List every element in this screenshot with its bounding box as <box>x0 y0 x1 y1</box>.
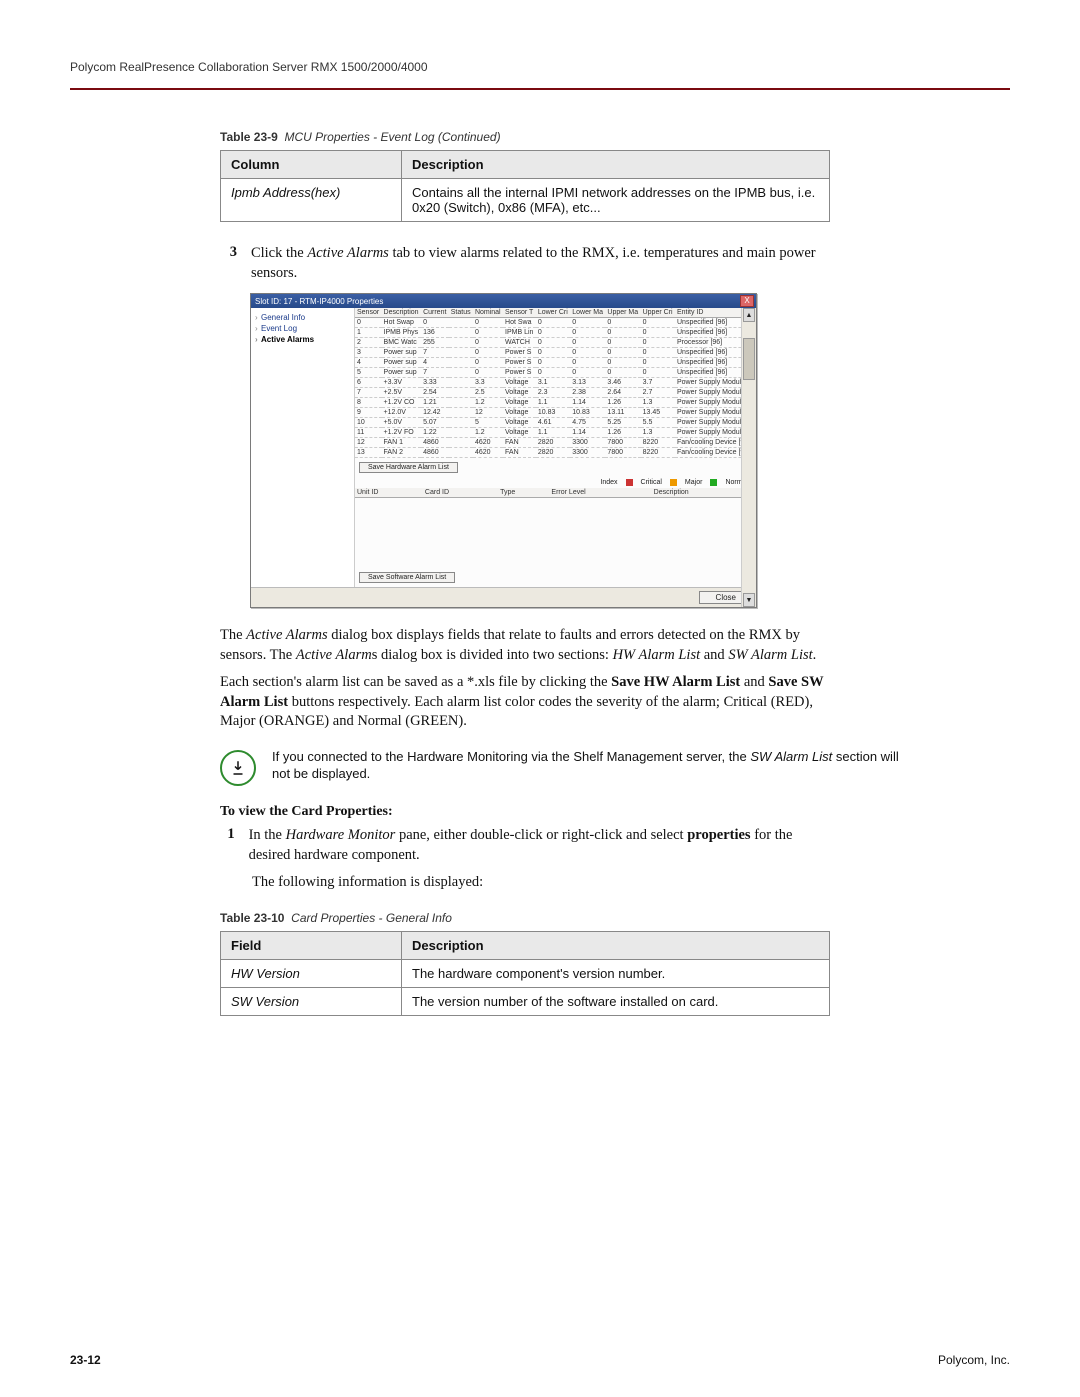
card-properties-heading: To view the Card Properties: <box>220 804 830 820</box>
alarm-row: 1IPMB Phys1360IPMB Lin0000Unspecified [9… <box>355 328 756 338</box>
table-23-9: Column Description Ipmb Address(hex) Con… <box>220 150 830 222</box>
col-header-column: Column <box>221 151 402 179</box>
alarm-col-header: Sensor <box>355 308 382 318</box>
col-header-description: Description <box>402 931 830 959</box>
page-footer: 23-12 Polycom, Inc. <box>70 1353 1010 1367</box>
cell-description: The version number of the software insta… <box>402 987 830 1015</box>
save-hw-alarm-list-button[interactable]: Save Hardware Alarm List <box>359 462 458 473</box>
scroll-up-icon[interactable]: ▲ <box>743 308 755 322</box>
alarm-row: 8+1.2V CO1.211.2Voltage1.11.141.261.3Pow… <box>355 398 756 408</box>
alarm-row: 4Power sup40Power S0000Unspecified [96] <box>355 358 756 368</box>
sw-col-header: Unit ID <box>355 488 423 498</box>
caption-number: Table 23-10 <box>220 911 284 925</box>
cell-column: Ipmb Address(hex) <box>221 179 402 222</box>
alarm-col-header: Current <box>421 308 449 318</box>
col-header-field: Field <box>221 931 402 959</box>
sw-col-header: Card ID <box>423 488 498 498</box>
dialog-title: Slot ID: 17 - RTM-IP4000 Properties <box>255 297 383 306</box>
alarm-col-header: Nominal <box>473 308 503 318</box>
alarm-col-header: Sensor T <box>503 308 536 318</box>
caption-title: MCU Properties - Event Log (Continued) <box>284 130 500 144</box>
step-number-3: 3 <box>220 244 237 283</box>
step-number-1: 1 <box>220 826 235 865</box>
close-icon[interactable]: X <box>740 295 754 307</box>
alarm-row: 6+3.3V3.333.3Voltage3.13.133.463.7Power … <box>355 378 756 388</box>
nav-active-alarms[interactable]: ›Active Alarms <box>255 334 350 345</box>
running-header: Polycom RealPresence Collaboration Serve… <box>70 60 1010 74</box>
legend-normal-dot <box>710 479 717 486</box>
alarm-row: 2BMC Watc2550WATCH0000Processor [96] <box>355 338 756 348</box>
alarm-row: 12FAN 148604620FAN2820330078008220Fan/co… <box>355 438 756 448</box>
table-row: Ipmb Address(hex) Contains all the inter… <box>221 179 830 222</box>
active-alarms-para-2: Each section's alarm list can be saved a… <box>220 673 830 732</box>
page-number: 23-12 <box>70 1353 101 1367</box>
dialog-nav: ›General Info ›Event Log ›Active Alarms <box>251 308 355 587</box>
legend-critical-dot <box>626 479 633 486</box>
table-23-10-caption: Table 23-10 Card Properties - General In… <box>220 911 830 925</box>
nav-general-info[interactable]: ›General Info <box>255 312 350 323</box>
alarm-col-header: Status <box>449 308 473 318</box>
alarm-col-header: Lower Ma <box>570 308 605 318</box>
note-text: If you connected to the Hardware Monitor… <box>272 748 910 783</box>
alarm-legend: Index Critical Major Normal <box>355 477 756 488</box>
alarm-row: 5Power sup70Power S0000Unspecified [96] <box>355 368 756 378</box>
header-rule <box>70 88 1010 90</box>
alarm-row: 0Hot Swap00Hot Swa0000Unspecified [96] <box>355 318 756 328</box>
alarm-row: 9+12.0V12.4212Voltage10.8310.8313.1113.4… <box>355 408 756 418</box>
col-header-description: Description <box>402 151 830 179</box>
step-1-text: In the Hardware Monitor pane, either dou… <box>249 826 830 865</box>
cell-field: HW Version <box>221 959 402 987</box>
active-alarms-dialog: Slot ID: 17 - RTM-IP4000 Properties X ›G… <box>250 293 757 608</box>
alarm-col-header: Lower Cri <box>536 308 570 318</box>
note: If you connected to the Hardware Monitor… <box>220 748 910 786</box>
active-alarms-para-1: The Active Alarms dialog box displays fi… <box>220 626 830 665</box>
alarm-row: 13FAN 248604620FAN2820330078008220Fan/co… <box>355 448 756 458</box>
sw-alarm-table: Unit IDCard IDTypeError LevelDescription <box>355 488 756 498</box>
footer-brand: Polycom, Inc. <box>938 1353 1010 1367</box>
table-row: HW Version The hardware component's vers… <box>221 959 830 987</box>
hw-alarm-table: SensorDescriptionCurrentStatusNominalSen… <box>355 308 756 458</box>
alarm-col-header: Description <box>382 308 422 318</box>
cell-field: SW Version <box>221 987 402 1015</box>
sw-col-header: Error Level <box>549 488 651 498</box>
legend-major-dot <box>670 479 677 486</box>
table-23-9-caption: Table 23-9 MCU Properties - Event Log (C… <box>220 130 830 144</box>
step-3-text: Click the Active Alarms tab to view alar… <box>251 244 830 283</box>
caption-number: Table 23-9 <box>220 130 278 144</box>
dialog-titlebar: Slot ID: 17 - RTM-IP4000 Properties X <box>251 294 756 308</box>
alarm-col-header: Upper Ma <box>605 308 640 318</box>
alarm-row: 7+2.5V2.542.5Voltage2.32.382.642.7Power … <box>355 388 756 398</box>
scroll-thumb[interactable] <box>743 338 755 380</box>
cell-description: Contains all the internal IPMI network a… <box>402 179 830 222</box>
alarm-col-header: Upper Cri <box>641 308 675 318</box>
table-row: SW Version The version number of the sof… <box>221 987 830 1015</box>
dialog-scrollbar[interactable]: ▲ ▼ <box>741 308 756 607</box>
cell-description: The hardware component's version number. <box>402 959 830 987</box>
alarm-row: 3Power sup70Power S0000Unspecified [96] <box>355 348 756 358</box>
sw-col-header: Type <box>498 488 549 498</box>
alarm-row: 11+1.2V FO1.221.2Voltage1.11.141.261.3Po… <box>355 428 756 438</box>
following-info-text: The following information is displayed: <box>252 873 830 893</box>
save-sw-alarm-list-button[interactable]: Save Software Alarm List <box>359 572 455 583</box>
scroll-down-icon[interactable]: ▼ <box>743 593 755 607</box>
note-icon <box>220 750 256 786</box>
table-23-10: Field Description HW Version The hardwar… <box>220 931 830 1016</box>
caption-title: Card Properties - General Info <box>291 911 452 925</box>
nav-event-log[interactable]: ›Event Log <box>255 323 350 334</box>
alarm-row: 10+5.0V5.075Voltage4.614.755.255.5Power … <box>355 418 756 428</box>
